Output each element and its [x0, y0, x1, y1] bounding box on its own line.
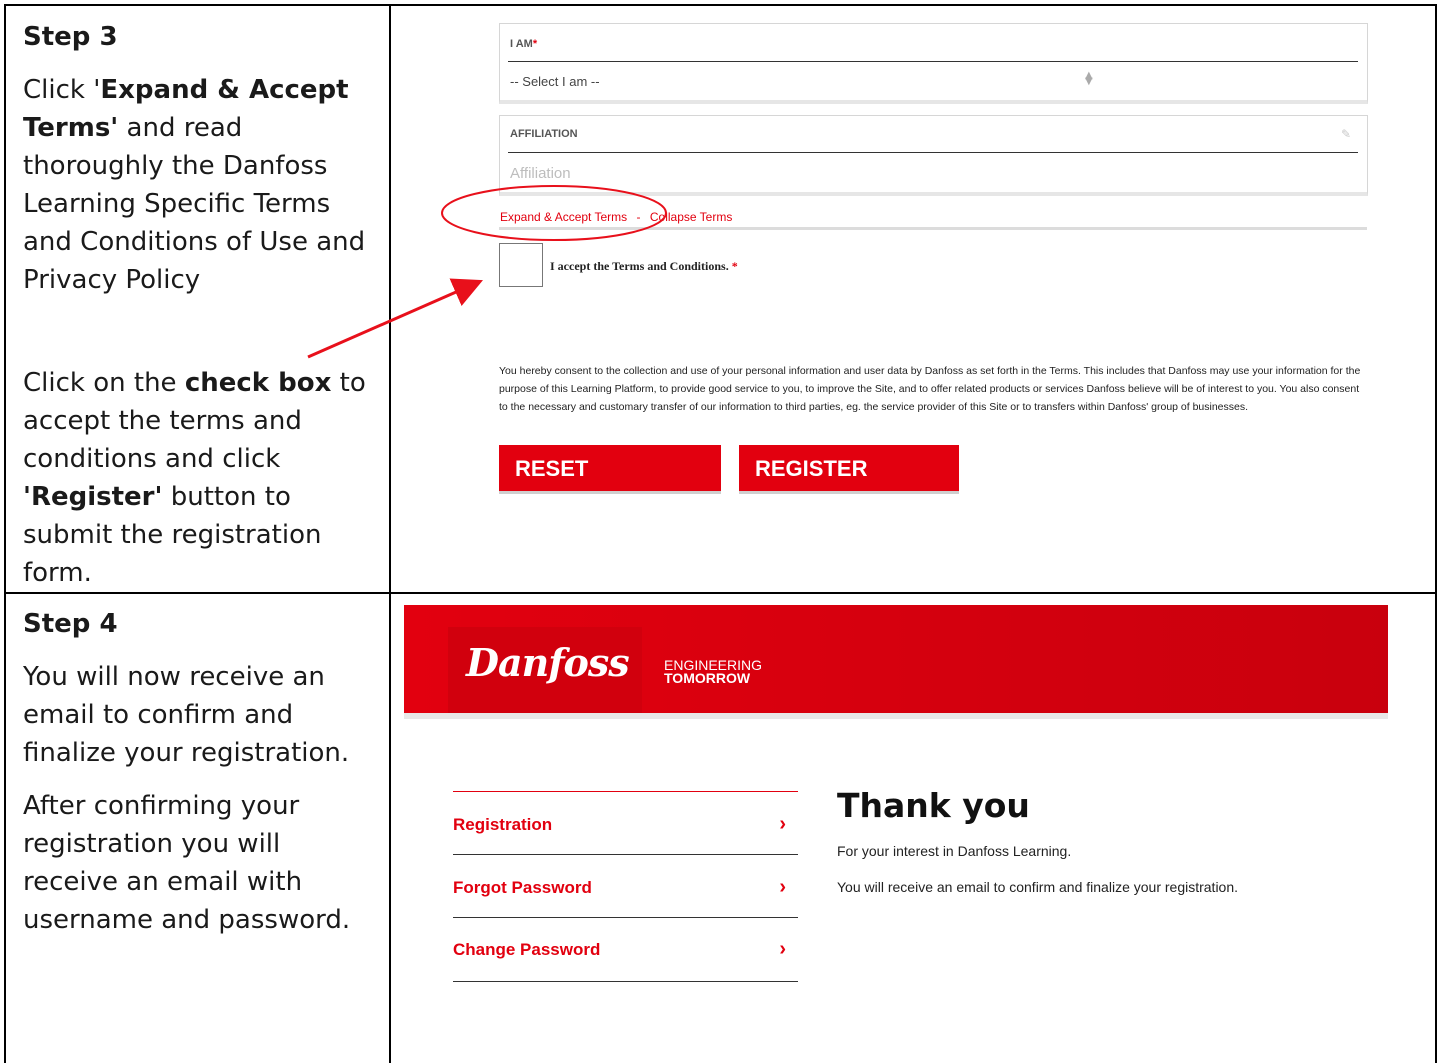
annotation-overlay	[307, 185, 667, 359]
thank-you-title: Thank you	[837, 786, 1030, 825]
menu-item-change-password[interactable]: Change Password ›	[453, 938, 798, 970]
menu-divider	[453, 917, 798, 918]
thank-you-line2: You will receive an email to confirm and…	[837, 879, 1239, 895]
danfoss-logo-text: Danfoss	[466, 640, 630, 685]
step4-instructions: Step 4 You will now receive an email to …	[23, 605, 378, 939]
step4-para2: After confirming your registration you w…	[23, 791, 351, 935]
menu-item-registration[interactable]: Registration ›	[453, 813, 798, 845]
chevron-right-icon: ›	[779, 938, 786, 960]
chevron-right-icon: ›	[779, 813, 786, 835]
chevron-right-icon: ›	[779, 876, 786, 898]
step4-para1: You will now receive an email to confirm…	[23, 662, 350, 768]
annotation-circle	[441, 185, 667, 241]
menu-item-forgot-password[interactable]: Forgot Password ›	[453, 876, 798, 908]
step4-heading: Step 4	[23, 609, 118, 639]
thank-you-line1: For your interest in Danfoss Learning.	[837, 843, 1072, 859]
annotation-arrow	[307, 278, 483, 359]
menu-divider	[453, 791, 798, 792]
tagline: ENGINEERING TOMORROW	[664, 657, 763, 686]
header-shadow	[404, 713, 1388, 719]
menu-divider	[453, 854, 798, 855]
menu-divider	[453, 981, 798, 982]
